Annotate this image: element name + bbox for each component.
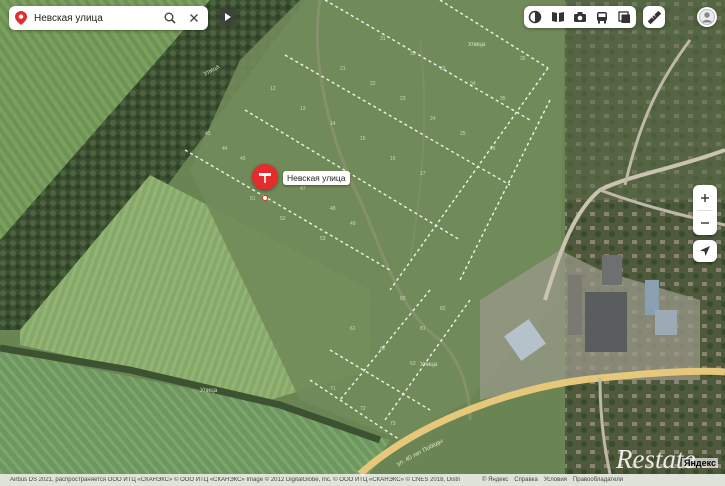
zoom-control [693,185,717,235]
svg-text:32: 32 [410,51,416,57]
zoom-divider [697,210,713,211]
panorama-camera-icon[interactable] [572,9,588,25]
street-label: Улица [468,42,486,48]
copyright-text: Airbus DS 2021, распространяется ООО ИТЦ… [10,477,460,483]
ruler-button[interactable] [643,6,665,28]
svg-text:14: 14 [330,121,336,127]
terms-link[interactable]: Условия [544,477,567,483]
svg-text:36: 36 [520,56,526,62]
yandex-logo[interactable]: Яндекс [682,458,719,468]
search-input[interactable]: Невская улица [34,13,160,24]
svg-text:23: 23 [400,96,406,102]
svg-text:48: 48 [330,206,336,212]
map-layers-toolbar [524,6,636,28]
ruler-icon [647,10,661,24]
svg-text:52: 52 [280,216,286,222]
svg-text:47: 47 [300,186,306,192]
svg-text:24: 24 [430,116,436,122]
svg-text:17: 17 [420,171,426,177]
svg-text:44: 44 [222,146,228,152]
svg-text:83: 83 [400,296,406,302]
svg-text:25: 25 [460,131,466,137]
marker-label[interactable]: Невская улица [283,171,350,185]
yandex-copyright: © Яндекс [482,477,509,483]
building [645,280,659,315]
zoom-out-button[interactable] [693,210,717,235]
svg-text:82: 82 [440,306,446,312]
my-location-button[interactable] [693,240,717,262]
village-shade [565,0,725,200]
building [655,310,677,335]
building [568,275,582,335]
map-book-icon[interactable] [550,9,566,25]
svg-text:31: 31 [380,36,386,42]
street-sign-icon [259,173,271,183]
street-label: Улица [420,362,438,368]
profile-button[interactable] [697,7,717,27]
navigation-arrow-icon [700,246,710,256]
svg-text:49: 49 [350,221,356,227]
search-box[interactable]: Невская улица [9,6,208,30]
svg-text:16: 16 [390,156,396,162]
svg-text:53: 53 [320,236,326,242]
svg-text:72: 72 [360,406,366,412]
svg-text:51: 51 [250,196,256,202]
zoom-in-button[interactable] [693,185,717,210]
collapse-panel-button[interactable] [220,8,236,26]
building [602,255,622,285]
plus-icon [701,193,709,202]
owners-link[interactable]: Правообладатели [573,477,623,483]
street-label: Улица [200,388,218,394]
search-icon[interactable] [160,8,180,28]
map-layers-icon[interactable] [527,9,543,25]
location-pin-icon [15,11,27,25]
svg-text:45: 45 [240,156,246,162]
svg-text:22: 22 [370,81,376,87]
svg-text:63: 63 [410,361,416,367]
satellite-map[interactable]: 43 44 45 47 48 49 12 13 14 15 16 17 21 22 23 24 25 2… [0,0,725,486]
svg-text:62: 62 [380,346,386,352]
place-marker[interactable] [252,164,278,190]
svg-text:26: 26 [490,146,496,152]
svg-text:81: 81 [420,326,426,332]
svg-text:73: 73 [390,421,396,427]
attribution-links: © Яндекс Справка Условия Правообладатели [482,477,623,483]
building [585,292,627,352]
svg-text:71: 71 [330,386,336,392]
transport-bus-icon[interactable] [594,9,610,25]
help-link[interactable]: Справка [514,477,538,483]
svg-text:12: 12 [270,86,276,92]
svg-text:15: 15 [360,136,366,142]
svg-text:13: 13 [300,106,306,112]
attribution-bar: Airbus DS 2021, распространяется ООО ИТЦ… [0,474,725,486]
svg-text:33: 33 [440,66,446,72]
svg-text:43: 43 [205,131,211,137]
marker-point [262,195,268,201]
play-arrow-icon [225,13,231,21]
svg-text:35: 35 [500,96,506,102]
layers-stack-icon[interactable] [617,9,633,25]
svg-text:21: 21 [340,66,346,72]
svg-text:61: 61 [350,326,356,332]
svg-text:34: 34 [470,81,476,87]
user-avatar-icon [699,9,715,25]
minus-icon [701,221,709,224]
close-icon[interactable] [184,8,204,28]
